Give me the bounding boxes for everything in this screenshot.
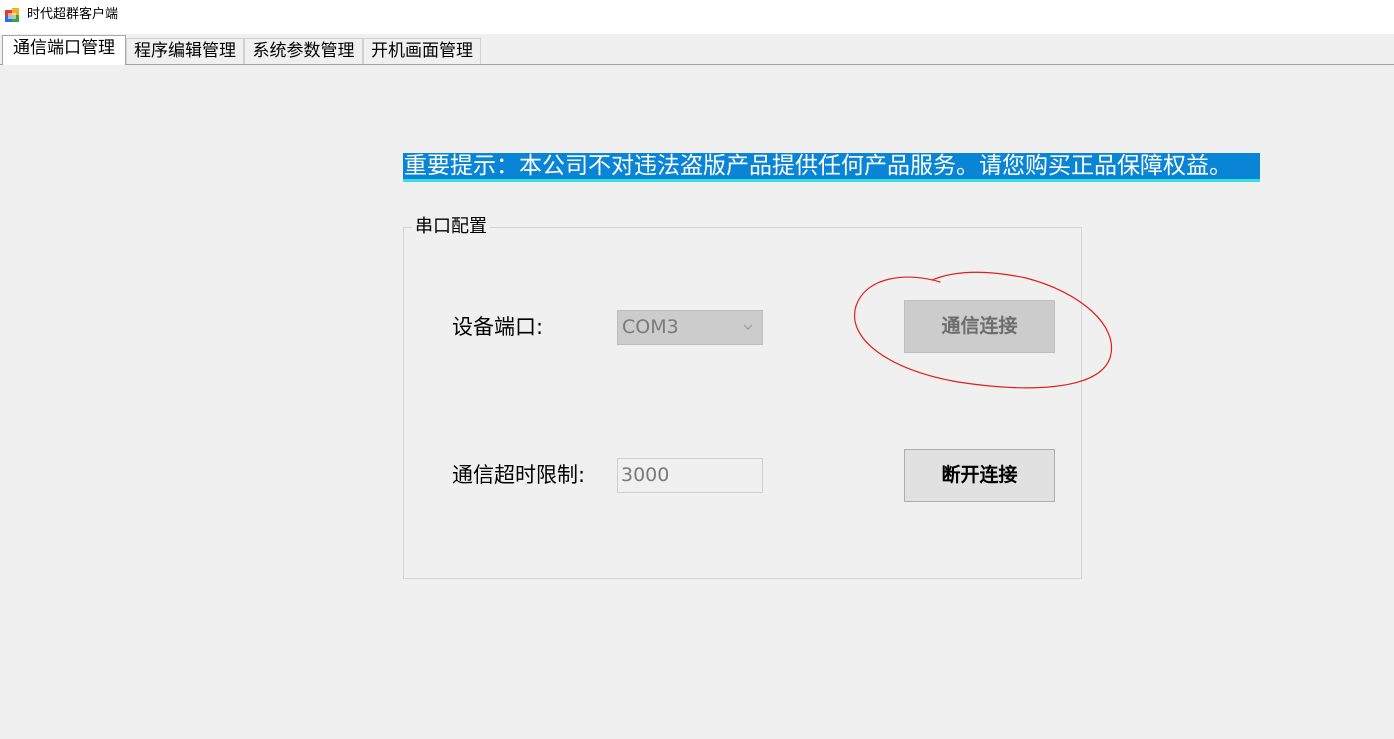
connect-button[interactable]: 通信连接 [904, 300, 1055, 353]
tab-comm-port[interactable]: 通信端口管理 [2, 35, 126, 65]
window-title: 时代超群客户端 [27, 7, 119, 22]
port-label: 设备端口: [452, 315, 544, 339]
tab-program-edit[interactable]: 程序编辑管理 [126, 38, 244, 64]
timeout-input[interactable]: 3000 [617, 458, 763, 493]
app-window-icon [5, 8, 19, 22]
disconnect-button[interactable]: 断开连接 [904, 449, 1055, 502]
notice-banner: 重要提示：本公司不对违法盗版产品提供任何产品服务。请您购买正品保障权益。 [403, 153, 1260, 182]
tab-system-params[interactable]: 系统参数管理 [244, 38, 363, 64]
serial-config-group [403, 227, 1082, 579]
serial-config-group-title: 串口配置 [412, 216, 490, 238]
port-select[interactable]: COM3 [617, 310, 763, 345]
chevron-down-icon [743, 324, 753, 330]
timeout-input-value: 3000 [621, 464, 670, 486]
port-select-value: COM3 [622, 316, 679, 338]
timeout-label: 通信超时限制: [452, 463, 586, 487]
tab-boot-screen[interactable]: 开机画面管理 [363, 38, 481, 64]
title-bar: 时代超群客户端 [0, 0, 1394, 34]
